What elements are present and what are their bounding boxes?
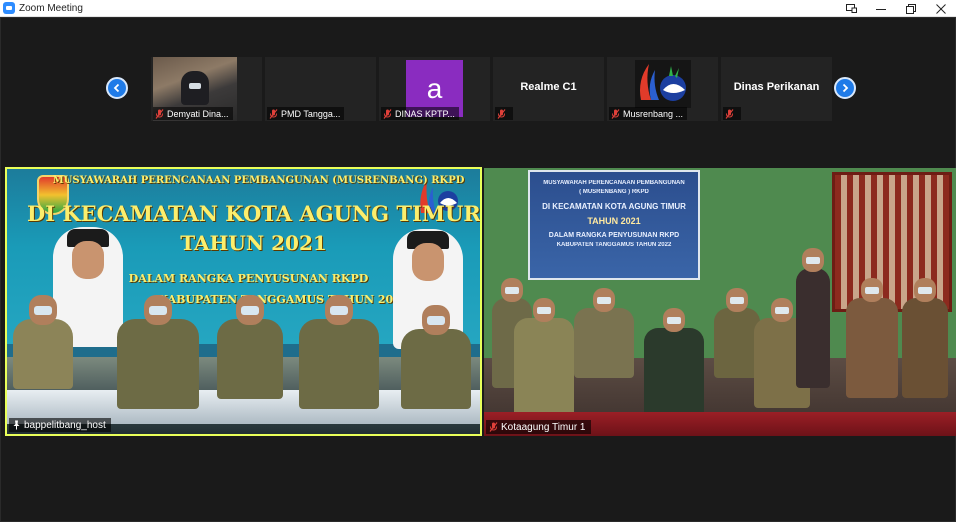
participant-display-name: Realme C1 [520,81,577,93]
window-title: Zoom Meeting [19,2,83,14]
participant-name-label: PMD Tangga... [267,107,345,120]
minimize-button[interactable] [866,0,896,17]
participant-thumbnail[interactable]: a DINAS KPTP... [379,57,490,121]
attendee [846,278,898,398]
attendee [902,278,948,398]
mic-muted-icon [269,108,278,119]
minimize-icon [876,8,886,10]
participant-thumbnail[interactable]: Realme C1 [493,57,604,121]
attendee [514,298,574,418]
participant-name-label: Demyati Dina... [153,107,233,120]
main-video-host[interactable]: MUSYAWARAH PERENCANAAN PEMBANGUNAN (MUSR… [5,167,482,436]
main-video-participant[interactable]: MUSYAWARAH PERENCANAAN PEMBANGUNAN ( MUS… [484,168,956,436]
participant-logo-image [635,60,691,108]
zoom-app-icon [3,2,15,14]
mic-muted-icon [155,108,164,119]
participant-thumbnail[interactable]: Dinas Perikanan [721,57,832,121]
attendee [644,308,704,418]
attendee [574,288,634,378]
next-page-button[interactable] [834,77,856,99]
banner-line: MUSYAWARAH PERENCANAAN PEMBANGUNAN (MUSR… [52,175,465,186]
projector-screen: MUSYAWARAH PERENCANAAN PEMBANGUNAN ( MUS… [528,170,700,280]
video-name-label: bappelitbang_host [9,418,111,432]
participant-name-label [723,107,741,120]
maximize-button[interactable] [896,0,926,17]
participant-thumbnail[interactable]: Musrenbang ... [607,57,718,121]
participant-thumbnail-strip: Demyati Dina... PMD Tangga... a DINAS KP… [151,57,832,121]
attendee [796,248,830,388]
attendee [299,295,379,409]
chevron-right-icon [842,83,849,93]
restore-view-button[interactable] [836,0,866,17]
attendee [117,295,199,409]
restore-view-icon [845,4,857,13]
banner-line: DI KECAMATAN KOTA AGUNG TIMUR [27,201,481,226]
pin-icon [13,420,20,430]
attendee [217,295,283,399]
participant-display-name: Dinas Perikanan [733,81,820,93]
maximize-icon [906,3,916,14]
meeting-area: Demyati Dina... PMD Tangga... a DINAS KP… [0,17,956,522]
participant-thumbnail[interactable]: PMD Tangga... [265,57,376,121]
close-icon [936,3,946,14]
participant-name-label: DINAS KPTP... [381,107,459,120]
chevron-left-icon [113,83,120,93]
mic-muted-icon [383,108,392,119]
participant-thumbnail[interactable]: Demyati Dina... [151,57,262,121]
musrenbang-logo-icon [640,64,686,101]
close-button[interactable] [926,0,956,17]
participant-name-label: Musrenbang ... [609,107,688,120]
mic-muted-icon [725,108,734,119]
previous-page-button[interactable] [106,77,128,99]
attendee [13,295,73,389]
video-name-label: Kotaagung Timur 1 [486,420,591,434]
mic-muted-icon [497,108,506,119]
mic-muted-icon [611,108,620,119]
window-controls [836,0,956,17]
participant-name-label [495,107,513,120]
attendee [401,305,471,409]
mic-muted-icon [489,422,498,432]
title-bar: Zoom Meeting [0,0,956,17]
